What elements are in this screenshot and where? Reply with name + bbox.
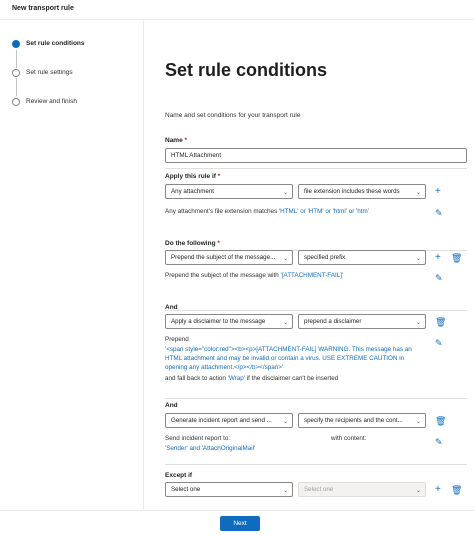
chevron-down-icon: ⌄: [282, 419, 288, 425]
section-divider: [165, 168, 467, 169]
with-content-label: with content:: [331, 435, 367, 442]
dropdown-value: Select one: [304, 486, 334, 493]
page-title: Set rule conditions: [165, 60, 328, 80]
chevron-down-icon: ⌄: [415, 190, 421, 196]
step-label: Set rule settings: [26, 69, 73, 76]
dropdown-value: Select one: [171, 486, 201, 493]
trash-icon[interactable]: 🗑: [435, 317, 446, 327]
and-2-subaction-dropdown[interactable]: specify the recipients and the cont... ⌄: [298, 413, 426, 428]
summary-link[interactable]: '[ATTACHMENT-FAIL]': [281, 272, 344, 279]
except-if-label: Except if: [165, 472, 193, 479]
summary-link[interactable]: 'Wrap': [228, 375, 245, 382]
plus-icon[interactable]: +: [435, 187, 441, 197]
window-titlebar: New transport rule: [0, 0, 474, 20]
required-mark: *: [217, 240, 220, 247]
recipients-link[interactable]: 'Sender' and 'AttachOriginalMail': [165, 445, 255, 452]
chevron-down-icon: ⌄: [282, 488, 288, 494]
and-2-action-dropdown[interactable]: Generate incident report and send ... ⌄: [165, 413, 293, 428]
chevron-down-icon: ⌄: [282, 320, 288, 326]
except-if-subcondition-dropdown: Select one ⌄: [298, 482, 426, 497]
pencil-icon[interactable]: ✎: [435, 208, 443, 218]
chevron-down-icon: ⌄: [415, 320, 421, 326]
main-panel: Set rule conditions Name and set conditi…: [145, 20, 474, 510]
disclaimer-text-line[interactable]: opening any attachment.</p></b></span>': [165, 364, 283, 371]
do-following-label: Do the following *: [165, 240, 220, 247]
required-mark: *: [184, 137, 188, 144]
dropdown-value: specified prefix: [304, 254, 346, 261]
do-following-summary: Prepend the subject of the message with …: [165, 272, 343, 279]
next-button[interactable]: Next: [220, 516, 260, 531]
disclaimer-text-line[interactable]: '<span style="color:red"><b><p>[ATTACHME…: [165, 346, 412, 353]
dropdown-value: Prepend the subject of the message...: [171, 254, 276, 261]
do-following-subaction-dropdown[interactable]: specified prefix ⌄: [298, 250, 426, 265]
trash-icon[interactable]: 🗑: [435, 416, 446, 426]
pencil-icon[interactable]: ✎: [435, 273, 443, 283]
chevron-down-icon: ⌄: [282, 190, 288, 196]
chevron-down-icon: ⌄: [415, 488, 421, 494]
required-mark: *: [217, 173, 221, 180]
trash-icon[interactable]: 🗑: [451, 485, 462, 495]
send-report-label: Send incident report to:: [165, 435, 231, 442]
apply-if-subcondition-dropdown[interactable]: file extension includes these words ⌄: [298, 184, 426, 199]
plus-icon[interactable]: +: [435, 253, 441, 263]
and-label: And: [165, 402, 178, 409]
dropdown-value: specify the recipients and the cont...: [304, 417, 403, 424]
dropdown-value: Apply a disclaimer to the message: [171, 318, 266, 325]
summary-text: if the disclaimer can't be inserted: [245, 375, 339, 382]
step-label: Set rule conditions: [26, 40, 85, 47]
window-title: New transport rule: [12, 5, 74, 12]
plus-icon[interactable]: +: [435, 485, 441, 495]
chevron-down-icon: ⌄: [415, 419, 421, 425]
name-label: Name *: [165, 137, 187, 144]
section-divider: [165, 398, 467, 399]
apply-if-label-text: Apply this rule if: [165, 173, 216, 180]
disclaimer-label: Prepend: [165, 336, 189, 343]
summary-text: Any attachment's file extension matches: [165, 208, 279, 215]
do-following-label-text: Do the following: [165, 240, 216, 247]
dropdown-value: file extension includes these words: [304, 188, 400, 195]
fallback-summary: and fall back to action 'Wrap' if the di…: [165, 375, 338, 382]
trash-icon[interactable]: 🗑: [451, 253, 462, 263]
footer-bar: Next: [0, 510, 474, 535]
step-connector: [16, 78, 17, 96]
apply-if-summary: Any attachment's file extension matches …: [165, 208, 369, 215]
pencil-icon[interactable]: ✎: [435, 437, 443, 447]
chevron-down-icon: ⌄: [415, 256, 421, 262]
apply-if-condition-dropdown[interactable]: Any attachment ⌄: [165, 184, 293, 199]
wizard-steps: Set rule conditions Set rule settings Re…: [0, 20, 144, 510]
step-dot: [12, 98, 20, 106]
section-divider: [165, 464, 467, 465]
rule-name-input[interactable]: HTML Attachment: [165, 148, 467, 163]
do-following-action-dropdown[interactable]: Prepend the subject of the message... ⌄: [165, 250, 293, 265]
summary-text: Prepend the subject of the message with: [165, 272, 281, 279]
dropdown-value: prepend a disclaimer: [304, 318, 362, 325]
chevron-down-icon: ⌄: [282, 256, 288, 262]
and-1-subaction-dropdown[interactable]: prepend a disclaimer ⌄: [298, 314, 426, 329]
dropdown-value: Any attachment: [171, 188, 214, 195]
step-label: Review and finish: [26, 98, 77, 105]
summary-text: and fall back to action: [165, 375, 228, 382]
apply-if-label: Apply this rule if *: [165, 173, 220, 180]
step-dot: [12, 69, 20, 77]
disclaimer-text-line[interactable]: HTML attachment and may be invalid or co…: [165, 355, 404, 362]
name-label-text: Name: [165, 137, 183, 144]
summary-link[interactable]: 'HTML' or 'HTM' or 'html' or 'htm': [279, 208, 369, 215]
dropdown-value: Generate incident report and send ...: [171, 417, 272, 424]
page-description: Name and set conditions for your transpo…: [165, 112, 301, 119]
and-1-action-dropdown[interactable]: Apply a disclaimer to the message ⌄: [165, 314, 293, 329]
section-divider: [165, 310, 467, 311]
step-connector: [16, 50, 17, 68]
and-label: And: [165, 304, 178, 311]
pencil-icon[interactable]: ✎: [435, 338, 443, 348]
step-active-dot: [12, 40, 20, 48]
except-if-condition-dropdown[interactable]: Select one ⌄: [165, 482, 293, 497]
